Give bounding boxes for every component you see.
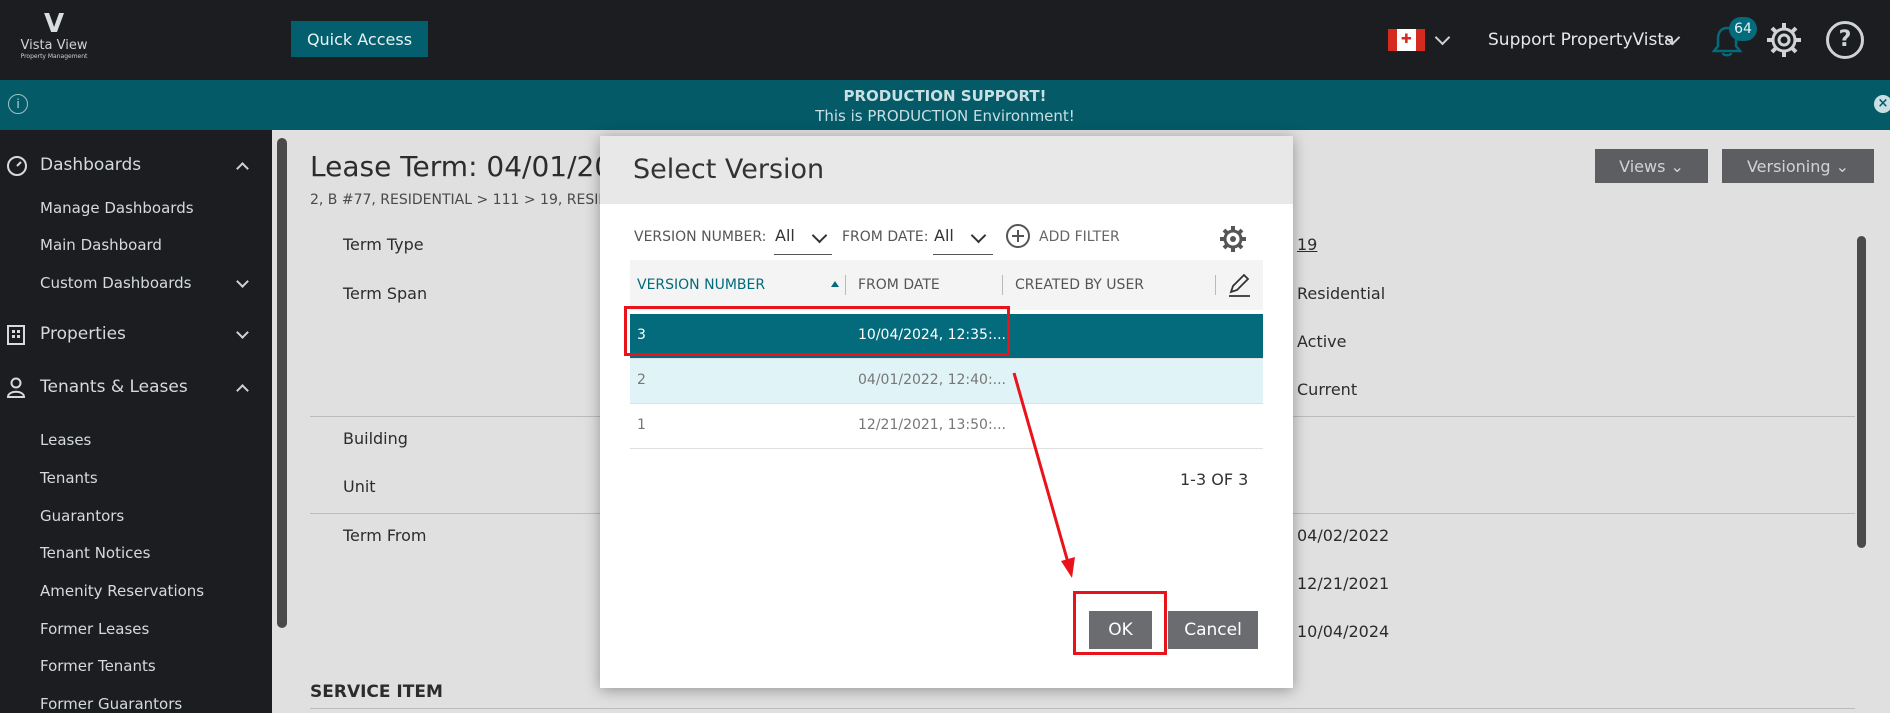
top-bar: V Vista View Property Management Quick A… bbox=[0, 0, 1890, 80]
filter-underline bbox=[933, 254, 993, 255]
sidebar-item-label: Properties bbox=[40, 324, 126, 344]
notification-count-badge: 64 bbox=[1729, 17, 1757, 41]
sidebar-item-manage-dashboards[interactable]: Manage Dashboards bbox=[40, 199, 194, 217]
sidebar: Dashboards Manage Dashboards Main Dashbo… bbox=[0, 130, 272, 713]
chevron-up-icon bbox=[236, 162, 249, 175]
gear-icon[interactable] bbox=[1765, 21, 1803, 59]
from-date-cell: 12/21/2021, 13:50:... bbox=[858, 417, 1007, 433]
sidebar-item-label: Dashboards bbox=[40, 155, 142, 175]
column-header-version-number[interactable]: VERSION NUMBER bbox=[637, 277, 765, 293]
table-row[interactable]: 1 12/21/2021, 13:50:... bbox=[630, 404, 1263, 449]
annotation-highlight-box bbox=[1073, 591, 1167, 655]
pagination-info: 1-3 OF 3 bbox=[1180, 470, 1249, 489]
canada-flag-icon[interactable]: ✚ bbox=[1388, 29, 1425, 51]
chevron-down-icon[interactable] bbox=[811, 227, 828, 244]
sidebar-item-amenity-reservations[interactable]: Amenity Reservations bbox=[40, 582, 204, 600]
info-icon[interactable]: i bbox=[8, 94, 28, 114]
chevron-down-icon[interactable] bbox=[236, 275, 249, 288]
logo-mark: V bbox=[43, 9, 65, 39]
sidebar-item-guarantors[interactable]: Guarantors bbox=[40, 507, 124, 525]
sidebar-item-custom-dashboards[interactable]: Custom Dashboards bbox=[40, 274, 191, 292]
sidebar-item-former-tenants[interactable]: Former Tenants bbox=[40, 657, 156, 675]
select-version-dialog: Select Version VERSION NUMBER: All FROM … bbox=[600, 136, 1293, 688]
sidebar-item-former-guarantors[interactable]: Former Guarantors bbox=[40, 695, 182, 713]
chevron-down-icon bbox=[236, 326, 249, 339]
column-separator bbox=[1002, 275, 1003, 295]
from-date-filter-label: FROM DATE: bbox=[842, 229, 929, 245]
person-icon bbox=[6, 377, 26, 398]
column-separator bbox=[1215, 275, 1216, 295]
sidebar-item-tenants-leases[interactable]: Tenants & Leases bbox=[0, 367, 272, 407]
chevron-up-icon bbox=[236, 384, 249, 397]
column-header-from-date[interactable]: FROM DATE bbox=[858, 277, 940, 293]
cancel-button[interactable]: Cancel bbox=[1168, 611, 1258, 649]
sidebar-item-former-leases[interactable]: Former Leases bbox=[40, 620, 149, 638]
chevron-down-icon[interactable] bbox=[1434, 29, 1451, 46]
dialog-title: Select Version bbox=[633, 154, 825, 185]
sidebar-item-leases[interactable]: Leases bbox=[40, 431, 91, 449]
notice-text: This is PRODUCTION Environment! bbox=[815, 107, 1075, 125]
sort-ascending-icon[interactable] bbox=[831, 281, 839, 287]
pencil-icon[interactable] bbox=[1226, 272, 1252, 298]
column-separator bbox=[845, 275, 846, 295]
logo-name: Vista View bbox=[20, 38, 88, 53]
sidebar-item-dashboards[interactable]: Dashboards bbox=[0, 145, 272, 185]
sidebar-item-properties[interactable]: Properties bbox=[0, 314, 272, 354]
vista-view-logo[interactable]: V Vista View Property Management bbox=[14, 10, 94, 70]
logo-subtitle: Property Management bbox=[20, 53, 88, 60]
gear-icon[interactable] bbox=[1218, 224, 1248, 254]
from-date-filter-select[interactable]: All bbox=[934, 226, 954, 245]
building-icon bbox=[7, 325, 25, 345]
table-row[interactable]: 2 04/01/2022, 12:40:... bbox=[630, 359, 1263, 404]
version-number-cell: 2 bbox=[637, 372, 646, 388]
from-date-cell: 04/01/2022, 12:40:... bbox=[858, 372, 1007, 388]
add-filter-button[interactable]: ADD FILTER bbox=[1039, 229, 1120, 245]
user-menu[interactable]: Support PropertyVista bbox=[1488, 30, 1674, 50]
column-header-created-by-user[interactable]: CREATED BY USER bbox=[1015, 277, 1144, 293]
dialog-header: Select Version bbox=[600, 136, 1293, 204]
version-filter-select[interactable]: All bbox=[775, 226, 795, 245]
chevron-down-icon[interactable] bbox=[970, 227, 987, 244]
version-number-cell: 1 bbox=[637, 417, 646, 433]
add-filter-icon[interactable] bbox=[1006, 224, 1030, 248]
quick-access-button[interactable]: Quick Access bbox=[291, 21, 428, 57]
sidebar-item-label: Tenants & Leases bbox=[40, 377, 188, 397]
sidebar-item-tenants[interactable]: Tenants bbox=[40, 469, 98, 487]
help-icon[interactable]: ? bbox=[1826, 21, 1864, 59]
version-filter-label: VERSION NUMBER: bbox=[634, 229, 767, 245]
annotation-highlight-box bbox=[624, 306, 1010, 356]
production-notice-bar: PRODUCTION SUPPORT! This is PRODUCTION E… bbox=[0, 80, 1890, 130]
close-icon[interactable]: × bbox=[1874, 95, 1890, 113]
sidebar-item-main-dashboard[interactable]: Main Dashboard bbox=[40, 236, 162, 254]
sidebar-item-tenant-notices[interactable]: Tenant Notices bbox=[40, 544, 150, 562]
filter-underline bbox=[774, 254, 832, 255]
version-grid-header: VERSION NUMBER FROM DATE CREATED BY USER bbox=[630, 260, 1263, 310]
dashboard-icon bbox=[7, 156, 27, 176]
notice-title: PRODUCTION SUPPORT! bbox=[843, 87, 1047, 105]
